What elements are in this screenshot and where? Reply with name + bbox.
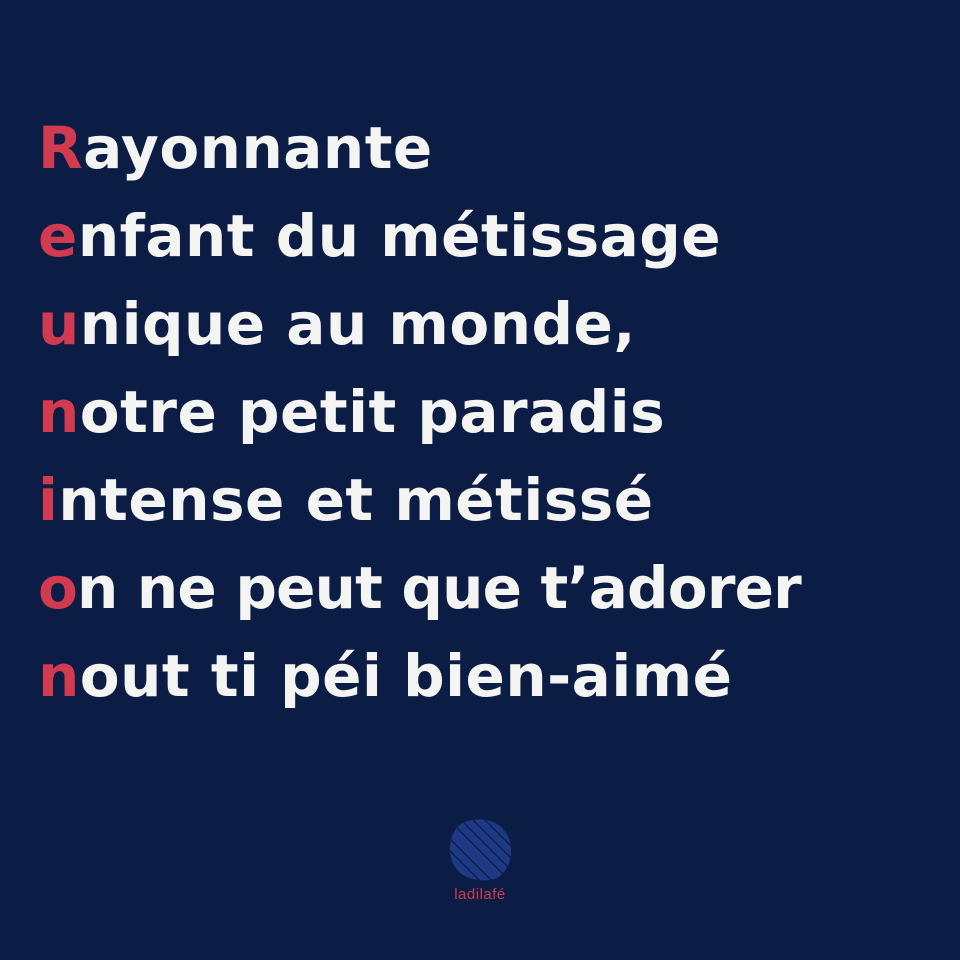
poem-line: on ne peut que t’adorer bbox=[38, 544, 802, 632]
poem-line: n out ti péi bien-aimé bbox=[38, 632, 801, 720]
poem-line-text: ayonnante bbox=[83, 114, 433, 182]
poem-line: u nique au monde, bbox=[38, 280, 801, 368]
reunion-island-map-icon bbox=[449, 819, 512, 881]
poem-line-initial: i bbox=[38, 466, 59, 534]
poem-line-text: ntense et métissé bbox=[58, 466, 654, 534]
poem-line-text: out ti péi bien-aimé bbox=[79, 642, 733, 710]
acrostic-poem: Rayonnante e nfant du métissage u nique au… bbox=[38, 104, 802, 720]
poem-line-initial: R bbox=[38, 114, 84, 182]
poem-line: n otre petit paradis bbox=[38, 368, 801, 456]
poem-line-initial: n bbox=[38, 378, 80, 446]
poem-line-text: nfant du métissage bbox=[77, 202, 722, 270]
poem-line-initial: e bbox=[38, 202, 78, 270]
brand-name: ladilafé bbox=[454, 886, 506, 903]
poem-line-text: nique au monde, bbox=[79, 290, 636, 358]
poem-line-initial: u bbox=[38, 290, 80, 358]
poem-line-text: otre petit paradis bbox=[79, 378, 666, 446]
poem-line: e nfant du métissage bbox=[38, 192, 801, 280]
poem-line-text: n ne peut que t’adorer bbox=[77, 554, 802, 622]
poster: Rayonnante e nfant du métissage u nique au… bbox=[0, 0, 960, 960]
poem-line: Rayonnante bbox=[38, 104, 801, 192]
brand-logo: ladilafé bbox=[440, 818, 520, 918]
poem-line: i ntense et métissé bbox=[38, 456, 801, 544]
poem-line-initial: n bbox=[38, 642, 80, 710]
poem-line-initial: o bbox=[38, 554, 78, 622]
